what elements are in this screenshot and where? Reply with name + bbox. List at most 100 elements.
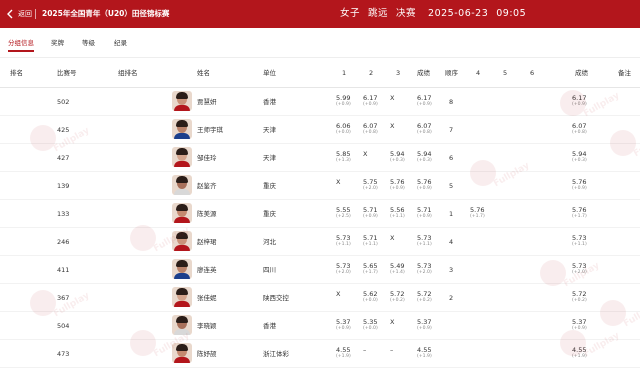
attempt-3-mark: 5.72 (+0.2) [390, 290, 405, 304]
attempt-3-value: 5.76 [390, 178, 405, 186]
best-three-value: 4.55 [417, 346, 432, 354]
best-three-wind: (+0.3) [417, 158, 432, 163]
competition-title: 2025年全国青年（U20）田径锦标赛 [42, 9, 170, 18]
attempt-3-value: 5.56 [390, 206, 405, 214]
final-result-wind: (+0.9) [572, 186, 587, 191]
tab-grades[interactable]: 等级 [82, 28, 95, 58]
final-result-wind: (+0.3) [572, 158, 587, 163]
final-result-value: 5.94 [572, 150, 587, 158]
attempt-2-value: 6.17 [363, 94, 378, 102]
best-three-value: 5.73 [417, 262, 432, 270]
attempt-3-value: 5.49 [390, 262, 405, 270]
col-note: 备注 [618, 69, 631, 77]
attempt-1-value: X [336, 290, 341, 298]
tab-records[interactable]: 纪录 [114, 28, 127, 58]
final-result-mark: 5.73 (+2.0) [572, 262, 587, 276]
attempt-2-mark: 5.71 (+0.9) [363, 206, 378, 220]
attempt-1-value: 4.55 [336, 346, 351, 354]
table-row[interactable]: 425 王师宇琪 天津 7 6.06 (+0.0) 6.07 (+0.8) X 6.07 (+0.8… [0, 116, 640, 144]
final-result-mark: 5.94 (+0.3) [572, 150, 587, 164]
attempt-1-wind: (+1.1) [336, 242, 351, 247]
attempt-3-mark: X [390, 94, 394, 102]
best-three-mark: 5.37 (+0.9) [417, 318, 432, 332]
back-button[interactable]: 返回 [6, 0, 32, 28]
athlete-avatar [172, 231, 192, 251]
final-result-value: 5.76 [572, 206, 587, 214]
tab-medals[interactable]: 奖牌 [51, 28, 64, 58]
col-result: 成绩 [575, 69, 588, 77]
best-three-wind: (+0.9) [417, 186, 432, 191]
table-row[interactable]: 502 贾慧妍 香港 8 5.99 (+0.9) 6.17 (+0.9) X 6.17 (+0.9)… [0, 88, 640, 116]
attempt-1-mark: 5.99 (+0.9) [336, 94, 351, 108]
attempt-2-mark: 5.71 (+1.1) [363, 234, 378, 248]
order-number: 4 [449, 238, 454, 246]
order-number: 8 [449, 98, 454, 106]
attempt-1-mark: 5.85 (+1.3) [336, 150, 351, 164]
col-order: 顺序 [445, 69, 458, 77]
best-three-wind: (+0.2) [417, 298, 432, 303]
attempt-2-wind: (+1.7) [363, 270, 378, 275]
table-row[interactable]: 427 邹佳玲 天津 6 5.85 (+1.3) X 5.94 (+0.3) 5.94 (+0.3)… [0, 144, 640, 172]
attempt-2-mark: – [363, 346, 366, 354]
attempt-3-value: X [390, 122, 395, 130]
attempt-2-value: 6.07 [363, 122, 378, 130]
col-unit: 单位 [263, 69, 276, 77]
athlete-name: 陈妤颉 [197, 350, 217, 358]
final-result-mark: 5.76 (+0.9) [572, 178, 587, 192]
attempt-3-value: 5.94 [390, 150, 405, 158]
col-attempt-4: 4 [476, 69, 481, 77]
event-round: 决赛 [396, 8, 417, 19]
athlete-unit: 陕西交控 [263, 294, 289, 302]
col-best-three: 成绩 [417, 69, 430, 77]
col-bib: 比赛号 [57, 69, 77, 77]
attempt-3-wind: (+1.1) [390, 214, 405, 219]
athlete-avatar [172, 119, 192, 139]
attempt-3-value: – [390, 346, 394, 354]
best-three-mark: 6.07 (+0.8) [417, 122, 432, 136]
table-row[interactable]: 473 陈妤颉 浙江体彩 4.55 (+1.9) – –4.55 (+1.9) 4.55 (+1.… [0, 340, 640, 368]
bib-number: 367 [57, 294, 70, 302]
col-attempt-2: 2 [369, 69, 374, 77]
final-result-value: 5.73 [572, 234, 587, 242]
best-three-mark: 5.71 (+0.9) [417, 206, 432, 220]
chevron-left-icon [7, 9, 13, 19]
attempt-4-mark: 5.76 (+1.7) [470, 206, 485, 220]
attempt-2-value: 5.62 [363, 290, 378, 298]
attempt-2-value: 5.71 [363, 234, 378, 242]
best-three-mark: 5.73 (+1.1) [417, 234, 432, 248]
attempt-2-wind: (+2.0) [363, 186, 378, 191]
table-row[interactable]: 133 陈美源 重庆 1 5.55 (+2.5) 5.71 (+0.9) 5.56 (+1.1) 5… [0, 200, 640, 228]
attempt-2-wind: (+0.9) [363, 102, 378, 107]
athlete-unit: 四川 [263, 266, 276, 274]
attempt-2-value: – [363, 346, 367, 354]
attempt-1-mark: 6.06 (+0.0) [336, 122, 351, 136]
tab-group-info[interactable]: 分组信息 [8, 28, 34, 58]
athlete-name: 陈美源 [197, 210, 217, 218]
attempt-1-wind: (+2.0) [336, 270, 351, 275]
attempt-2-mark: 5.35 (+0.0) [363, 318, 378, 332]
table-row[interactable]: 411 廖连英 四川 3 5.73 (+2.0) 5.65 (+1.7) 5.49 (+1.4) 5… [0, 256, 640, 284]
attempt-1-value: X [336, 178, 341, 186]
best-three-value: 5.72 [417, 290, 432, 298]
athlete-unit: 香港 [263, 98, 276, 106]
attempt-3-value: X [390, 318, 395, 326]
table-row[interactable]: 504 李晓颖 香港 5.37 (+0.9) 5.35 (+0.0) X 5.37 (+0.9) 5… [0, 312, 640, 340]
best-three-wind: (+0.8) [417, 130, 432, 135]
attempt-3-mark: X [390, 318, 394, 326]
attempt-1-mark: 5.37 (+0.9) [336, 318, 351, 332]
attempt-1-wind: (+0.9) [336, 326, 351, 331]
table-row[interactable]: 246 赵梓珺 河北 4 5.73 (+1.1) 5.71 (+1.1) X 5.73 (+1.1)… [0, 228, 640, 256]
attempt-4-wind: (+1.7) [470, 214, 485, 219]
attempt-1-value: 5.73 [336, 234, 351, 242]
final-result-wind: (+0.9) [572, 102, 587, 107]
table-row[interactable]: 367 张佳妮 陕西交控 2 X 5.62 (+0.0) 5.72 (+0.2) 5.72 (+0.… [0, 284, 640, 312]
attempt-2-value: 5.71 [363, 206, 378, 214]
best-three-value: 5.37 [417, 318, 432, 326]
table-row[interactable]: 139 赵鉴齐 重庆 5 X 5.75 (+2.0) 5.76 (+0.9) 5.76 (+0.9)… [0, 172, 640, 200]
bib-number: 139 [57, 182, 70, 190]
best-three-wind: (+1.9) [417, 354, 432, 359]
attempt-1-mark: X [336, 290, 340, 298]
athlete-avatar [172, 147, 192, 167]
attempt-2-value: 5.65 [363, 262, 378, 270]
attempt-2-wind: (+0.0) [363, 298, 378, 303]
